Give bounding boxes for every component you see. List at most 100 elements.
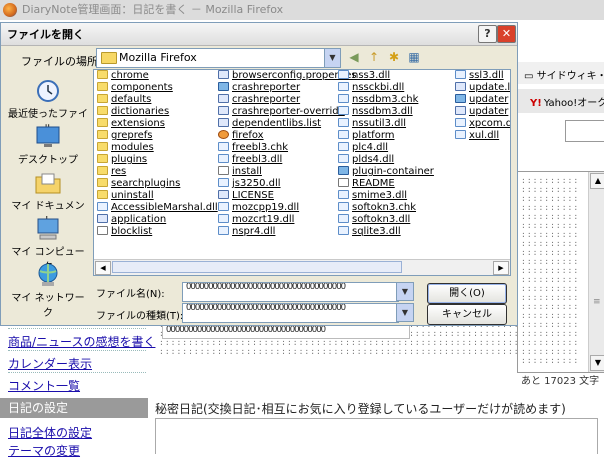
file-item[interactable]: crashreporter-override <box>218 106 357 118</box>
file-item[interactable]: blocklist <box>97 226 218 238</box>
nav-calendar-link[interactable]: カレンダー表示 <box>8 355 92 372</box>
file-item-name: plds4.dll <box>352 154 395 165</box>
file-item[interactable]: modules <box>97 142 218 154</box>
file-item[interactable]: mozcrt19.dll <box>218 214 357 226</box>
file-item[interactable]: xul.dll <box>455 130 510 142</box>
nav-theme-link[interactable]: テーマの変更 <box>8 442 80 459</box>
file-list-hscrollbar[interactable]: ◀ ▶ <box>94 259 510 275</box>
file-item[interactable]: searchplugins <box>97 178 218 190</box>
file-item[interactable]: dependentlibs.list <box>218 118 357 130</box>
file-item[interactable]: plc4.dll <box>338 142 434 154</box>
file-dll-icon <box>338 202 349 211</box>
file-item[interactable]: AccessibleMarshal.dll <box>97 202 218 214</box>
file-item[interactable]: ssl3.dll <box>455 70 510 82</box>
nav-settings-all-link[interactable]: 日記全体の設定 <box>8 424 92 441</box>
sidewiki-label: サイドウィキ・ <box>536 71 604 82</box>
views-menu-icon[interactable]: ▦ <box>406 49 422 65</box>
hscroll-thumb[interactable] <box>112 261 402 273</box>
file-item[interactable]: nssutil3.dll <box>338 118 434 130</box>
file-item[interactable]: updater <box>455 94 510 106</box>
up-folder-icon[interactable]: ↑ <box>366 49 382 65</box>
file-item[interactable]: nssckbi.dll <box>338 82 434 94</box>
file-item[interactable]: application <box>97 214 218 226</box>
file-item[interactable]: browserconfig.properties <box>218 70 357 82</box>
file-item-name: plc4.dll <box>352 142 389 153</box>
file-item-name: nssdbm3.chk <box>352 94 419 105</box>
file-item[interactable]: plugins <box>97 154 218 166</box>
my-network-icon <box>38 263 58 286</box>
title-input[interactable] <box>565 120 604 142</box>
file-item[interactable]: install <box>218 166 357 178</box>
file-item[interactable]: dictionaries <box>97 106 218 118</box>
open-button[interactable]: 開く(O) <box>427 283 507 304</box>
file-item-name: softokn3.chk <box>352 202 417 213</box>
back-icon[interactable]: ◀ <box>346 49 362 65</box>
file-item[interactable]: firefox <box>218 130 357 142</box>
file-item[interactable]: softokn3.chk <box>338 202 434 214</box>
file-item[interactable]: plugin-container <box>338 166 434 178</box>
chevron-down-icon[interactable]: ▼ <box>324 49 340 67</box>
file-dll-icon <box>218 142 229 151</box>
file-item[interactable]: res <box>97 166 218 178</box>
file-item-name: firefox <box>232 130 264 141</box>
place-desktop[interactable]: デスクトップ <box>7 125 89 166</box>
file-prop-icon <box>97 214 108 223</box>
close-button[interactable]: ✕ <box>497 25 516 43</box>
chevron-down-icon[interactable]: ▼ <box>396 303 414 322</box>
file-list[interactable]: chrome components defaults dictionaries exte… <box>93 69 511 276</box>
file-item[interactable]: xpcom.dll <box>455 118 510 130</box>
file-item[interactable]: updater <box>455 106 510 118</box>
chevron-down-icon[interactable]: ▼ <box>396 282 414 301</box>
file-item-name: dependentlibs.list <box>232 118 322 129</box>
file-item[interactable]: chrome <box>97 70 218 82</box>
scroll-down-arrow-icon[interactable]: ▼ <box>590 355 604 371</box>
file-item[interactable]: crashreporter <box>218 94 357 106</box>
file-item[interactable]: freebl3.dll <box>218 154 357 166</box>
filename-input[interactable]: OOOOOOOOOOOOOOOOOOOOOOOOOOOOOOOOOOOO <box>182 282 399 302</box>
textarea-scrollbar[interactable]: ▲ ≡ ▼ <box>588 172 604 372</box>
file-item[interactable]: sqlite3.dll <box>338 226 434 238</box>
file-item[interactable]: nss3.dll <box>338 70 434 82</box>
filetype-select[interactable]: OOOOOOOOOOOOOOOOOOOOOOOOOOOOOOOOOOOO <box>182 303 399 323</box>
file-item[interactable]: smime3.dll <box>338 190 434 202</box>
file-column-3: nss3.dll nssckbi.dll nssdbm3.chk nssdbm3.dl… <box>338 70 434 238</box>
file-item-name: smime3.dll <box>352 190 408 201</box>
file-item[interactable]: freebl3.chk <box>218 142 357 154</box>
new-folder-icon[interactable]: ✱ <box>386 49 402 65</box>
file-item[interactable]: LICENSE <box>218 190 357 202</box>
file-item[interactable]: update.loc <box>455 82 510 94</box>
file-item-name: nssutil3.dll <box>352 118 407 129</box>
secret-diary-textarea[interactable] <box>155 418 598 454</box>
file-item[interactable]: crashreporter <box>218 82 357 94</box>
file-prop-icon <box>455 106 466 115</box>
cancel-button[interactable]: キャンセル <box>427 304 507 325</box>
file-item[interactable]: platform <box>338 130 434 142</box>
file-item[interactable]: components <box>97 82 218 94</box>
scroll-left-arrow-icon[interactable]: ◀ <box>95 261 111 275</box>
lookin-dropdown[interactable]: Mozilla Firefox ▼ <box>96 48 341 68</box>
nav-impressions-link[interactable]: 商品/ニュースの感想を書く <box>8 333 155 350</box>
file-item[interactable]: js3250.dll <box>218 178 357 190</box>
file-item[interactable]: extensions <box>97 118 218 130</box>
file-item[interactable]: uninstall <box>97 190 218 202</box>
bookmark-yahoo[interactable]: Y! Yahoo!オーク <box>530 94 604 109</box>
scroll-up-arrow-icon[interactable]: ▲ <box>590 173 604 189</box>
file-item[interactable]: nssdbm3.chk <box>338 94 434 106</box>
sidewiki-button[interactable]: ▭ サイドウィキ・ <box>524 67 604 82</box>
file-column-1: chrome components defaults dictionaries exte… <box>97 70 218 238</box>
place-my-network[interactable]: マイ ネットワーク <box>7 263 89 319</box>
nav-comments-link[interactable]: コメント一覧 <box>8 377 80 394</box>
scroll-right-arrow-icon[interactable]: ▶ <box>493 261 509 275</box>
file-item[interactable]: softokn3.dll <box>338 214 434 226</box>
file-item[interactable]: nspr4.dll <box>218 226 357 238</box>
file-item[interactable]: greprefs <box>97 130 218 142</box>
help-button[interactable]: ? <box>478 25 497 43</box>
file-item[interactable]: mozcpp19.dll <box>218 202 357 214</box>
file-item[interactable]: nssdbm3.dll <box>338 106 434 118</box>
file-item[interactable]: defaults <box>97 94 218 106</box>
file-item[interactable]: README <box>338 178 434 190</box>
diary-body-textarea[interactable]: ::::::::::::::::::::::::::::::::::::::::… <box>517 171 604 373</box>
my-computer-icon <box>37 218 59 240</box>
file-item[interactable]: plds4.dll <box>338 154 434 166</box>
file-item-name: freebl3.dll <box>232 154 283 165</box>
